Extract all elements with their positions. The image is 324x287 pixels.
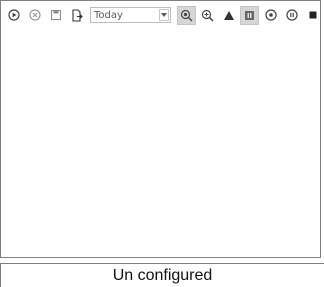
- save-icon[interactable]: [46, 6, 65, 25]
- range-dropdown-value: Today: [94, 9, 123, 21]
- zoom-fit-icon[interactable]: [177, 5, 196, 25]
- pause-icon[interactable]: [240, 5, 259, 25]
- record-icon[interactable]: [261, 6, 280, 25]
- close-circle-icon[interactable]: [25, 6, 44, 25]
- chart-panel: Today: [0, 0, 321, 258]
- play-circle-icon[interactable]: [4, 6, 23, 25]
- plot-area[interactable]: [2, 27, 320, 257]
- chevron-down-icon[interactable]: [159, 9, 169, 21]
- status-text: Un configured: [112, 266, 213, 284]
- stop-icon[interactable]: [303, 6, 322, 25]
- zoom-in-icon[interactable]: [198, 6, 217, 25]
- pause-circle-icon[interactable]: [282, 6, 301, 25]
- triangle-marker-icon[interactable]: [219, 6, 238, 25]
- status-bar: Un configured: [0, 263, 324, 287]
- toolbar: Today: [4, 5, 324, 25]
- export-document-icon[interactable]: [67, 6, 86, 25]
- range-dropdown[interactable]: Today: [90, 7, 171, 23]
